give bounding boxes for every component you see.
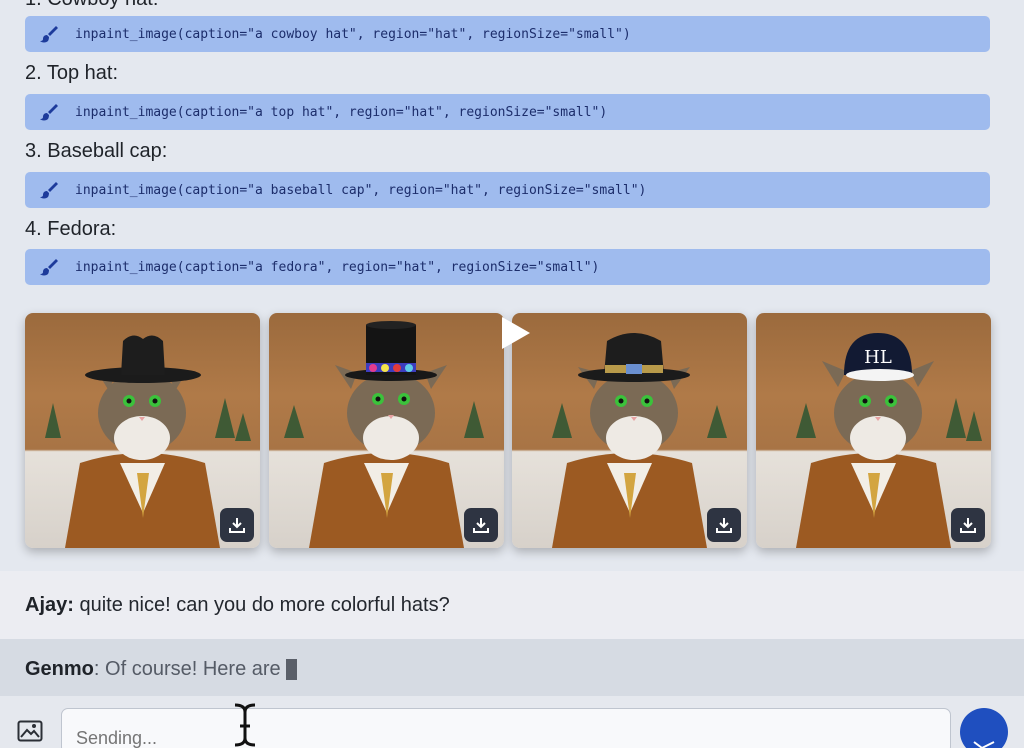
step-label-cowboy: 1. Cowboy hat: [25, 0, 158, 11]
image-icon[interactable] [17, 720, 43, 742]
chat-thread: 1. Cowboy hat: inpaint_image(caption="a … [0, 0, 1024, 696]
cap-logo: HL [864, 347, 892, 368]
command-block-fedora[interactable]: inpaint_image(caption="a fedora", region… [25, 249, 990, 285]
step-label-top-hat: 2. Top hat: [25, 62, 119, 84]
download-button[interactable] [951, 508, 985, 542]
paintbrush-icon [40, 104, 58, 121]
command-block-baseball-cap[interactable]: inpaint_image(caption="a baseball cap", … [25, 172, 990, 208]
paintbrush-icon [40, 259, 58, 276]
download-button[interactable] [464, 508, 498, 542]
paintbrush-icon [40, 182, 58, 199]
command-text: inpaint_image(caption="a baseball cap", … [75, 182, 647, 198]
send-icon [973, 741, 995, 748]
play-icon[interactable] [500, 315, 532, 351]
text-cursor-icon [234, 703, 256, 747]
bot-message: Genmo: Of course! Here are [0, 639, 1024, 696]
send-button[interactable] [960, 708, 1008, 748]
bot-message-text: Of course! Here are [99, 657, 281, 680]
user-message-text: quite nice! can you do more colorful hat… [73, 593, 450, 616]
command-text: inpaint_image(caption="a cowboy hat", re… [75, 26, 631, 42]
generated-image-top-hat[interactable] [269, 313, 504, 548]
user-message: Ajay: quite nice! can you do more colorf… [0, 571, 1024, 639]
command-text: inpaint_image(caption="a top hat", regio… [75, 104, 608, 120]
typing-cursor [285, 658, 297, 680]
download-icon [229, 518, 245, 533]
user-name-separator: : [67, 593, 74, 616]
download-icon [960, 518, 976, 533]
generated-image-baseball-cap[interactable]: HL [756, 313, 991, 548]
command-block-cowboy[interactable]: inpaint_image(caption="a cowboy hat", re… [25, 16, 990, 52]
download-icon [473, 518, 489, 533]
message-input[interactable] [61, 708, 951, 748]
user-name: Ajay [25, 593, 68, 616]
generated-image-fedora[interactable] [512, 313, 747, 548]
download-button[interactable] [707, 508, 741, 542]
command-block-top-hat[interactable]: inpaint_image(caption="a top hat", regio… [25, 94, 990, 130]
step-label-baseball-cap: 3. Baseball cap: [25, 140, 168, 162]
generated-image-cowboy[interactable] [25, 313, 260, 548]
bot-name: Genmo [25, 657, 94, 680]
download-icon [716, 518, 732, 533]
step-label-fedora: 4. Fedora: [25, 218, 117, 240]
command-text: inpaint_image(caption="a fedora", region… [75, 259, 600, 275]
paintbrush-icon [40, 26, 58, 43]
download-button[interactable] [220, 508, 254, 542]
